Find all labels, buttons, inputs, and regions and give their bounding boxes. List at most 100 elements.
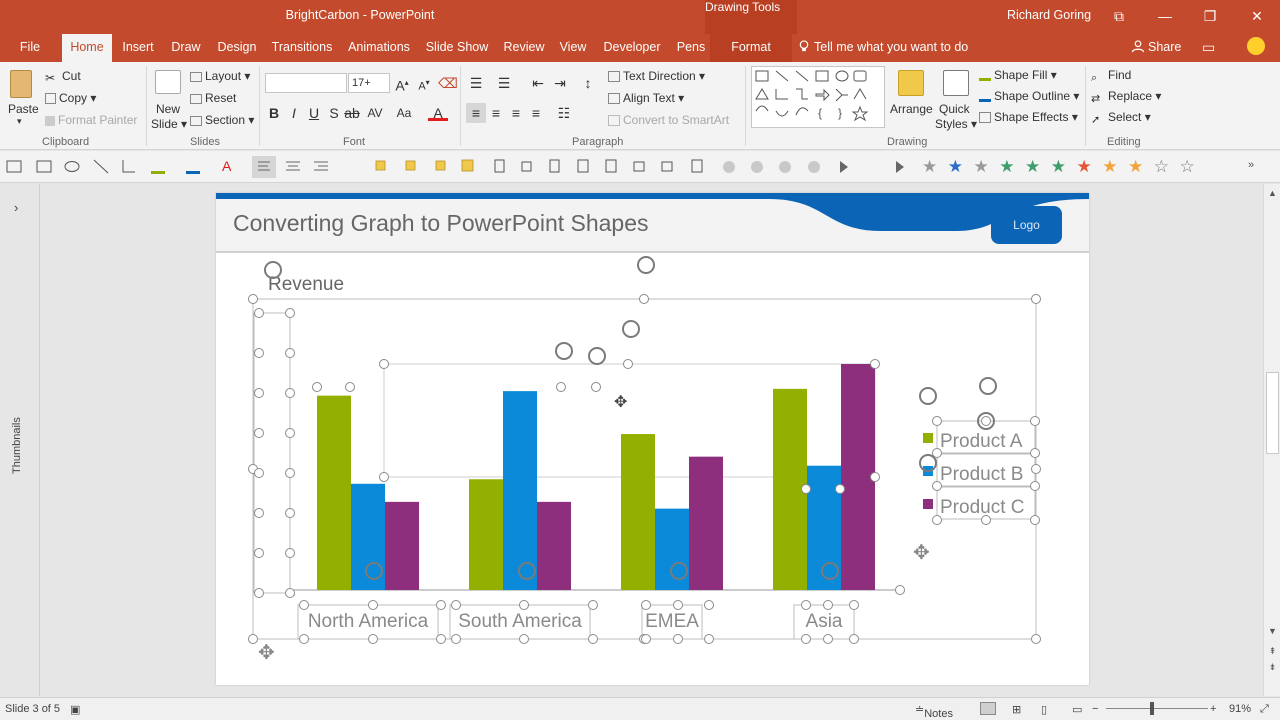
selection-handle[interactable] — [639, 294, 649, 304]
user-name[interactable]: Richard Goring — [1007, 8, 1091, 22]
zoom-slider-thumb[interactable] — [1150, 702, 1154, 715]
font-name-field[interactable] — [265, 73, 347, 93]
change-case-icon[interactable]: Aa — [394, 103, 414, 123]
bar[interactable] — [385, 501, 419, 590]
slide-show-icon[interactable]: ▭ — [1072, 703, 1082, 716]
tab-pens[interactable]: Pens — [673, 34, 709, 62]
increase-font-icon[interactable]: A▴ — [392, 73, 412, 94]
underline-icon[interactable]: U — [304, 103, 324, 123]
bold-icon[interactable]: B — [264, 103, 284, 123]
tab-home[interactable]: Home — [62, 34, 112, 62]
legend-swatch[interactable] — [923, 499, 933, 509]
section-button[interactable]: Section ▾ — [190, 113, 254, 127]
selection-handle[interactable] — [835, 484, 845, 494]
new-slide-button[interactable]: New — [156, 102, 180, 116]
selection-handle[interactable] — [1031, 634, 1041, 644]
bar[interactable] — [503, 391, 537, 590]
fit-to-window-icon[interactable]: ⤢ — [1260, 703, 1269, 716]
bar[interactable] — [469, 479, 503, 590]
selection-handle[interactable] — [379, 359, 389, 369]
rotate-handle-icon[interactable] — [637, 256, 655, 274]
toolbar-overflow-icon[interactable]: » — [1248, 159, 1254, 171]
selection-handle[interactable] — [299, 634, 309, 644]
selection-handle[interactable] — [704, 634, 714, 644]
new-slide-label2[interactable]: Slide ▾ — [151, 117, 187, 131]
select-button[interactable]: ➚ Select ▾ — [1091, 110, 1151, 126]
selection-handle[interactable] — [312, 382, 322, 392]
selection-handle[interactable] — [870, 472, 880, 482]
clear-formatting-icon[interactable]: ⌫ — [438, 73, 458, 93]
rotate-handle-icon[interactable] — [979, 377, 997, 395]
selection-handle[interactable] — [299, 600, 309, 610]
selection-handle[interactable] — [673, 634, 683, 644]
share-button[interactable]: Share — [1131, 40, 1181, 54]
selection-handle[interactable] — [254, 468, 264, 478]
move-handle-icon[interactable]: ✥ — [913, 540, 930, 564]
selection-handle[interactable] — [801, 484, 811, 494]
ribbon-display-options-icon[interactable]: ⧉ — [1104, 4, 1134, 28]
paste-button[interactable]: Paste — [8, 102, 39, 116]
bar[interactable] — [841, 364, 875, 590]
selection-handle[interactable] — [285, 588, 295, 598]
vertical-scrollbar[interactable]: ▲ ▼ ⇞ ⇟ — [1263, 184, 1280, 696]
bar[interactable] — [807, 465, 841, 590]
normal-view-icon[interactable] — [980, 702, 996, 715]
selection-handle[interactable] — [254, 548, 264, 558]
selection-handle[interactable] — [591, 382, 601, 392]
selection-handle[interactable] — [1030, 416, 1040, 426]
align-right-icon[interactable]: ≡ — [506, 103, 526, 123]
tab-file[interactable]: File — [10, 34, 50, 62]
selection-handle[interactable] — [519, 600, 529, 610]
selection-handle[interactable] — [932, 416, 942, 426]
selection-handle[interactable] — [451, 634, 461, 644]
spellcheck-icon[interactable]: ▣ — [70, 703, 80, 716]
selection-handle[interactable] — [704, 600, 714, 610]
selection-handle[interactable] — [254, 388, 264, 398]
italic-icon[interactable]: I — [284, 103, 304, 123]
selection-handle[interactable] — [451, 600, 461, 610]
decrease-font-icon[interactable]: A▾ — [414, 73, 434, 93]
previous-slide-icon[interactable]: ⇞ — [1266, 646, 1279, 657]
cut-button[interactable]: ✂ Cut — [45, 69, 81, 85]
copy-button[interactable]: Copy ▾ — [45, 91, 96, 105]
selection-handle[interactable] — [588, 600, 598, 610]
x-tick-label[interactable]: EMEA — [645, 611, 699, 632]
shape-effects-button[interactable]: Shape Effects ▾ — [979, 110, 1078, 124]
selection-handle[interactable] — [823, 600, 833, 610]
tab-developer[interactable]: Developer — [599, 34, 665, 62]
selection-handle[interactable] — [870, 359, 880, 369]
expand-thumbnails-icon[interactable]: › — [14, 200, 18, 215]
legend-label[interactable]: Product A — [940, 431, 1023, 452]
legend-swatch[interactable] — [923, 433, 933, 443]
find-button[interactable]: ⌕ Find — [1091, 68, 1131, 85]
tab-view[interactable]: View — [556, 34, 590, 62]
selection-handle[interactable] — [932, 515, 942, 525]
convert-smartart-button[interactable]: Convert to SmartArt — [608, 113, 729, 127]
selection-handle[interactable] — [285, 508, 295, 518]
reset-button[interactable]: Reset — [190, 91, 236, 105]
x-tick-label[interactable]: North America — [308, 611, 429, 632]
move-handle-icon[interactable]: ✥ — [258, 640, 275, 664]
tab-transitions[interactable]: Transitions — [269, 34, 335, 62]
line-spacing-icon[interactable]: ↕ — [578, 73, 598, 93]
arrange-icon[interactable] — [898, 70, 924, 96]
star-styles-row[interactable]: ★★★★★★★★★☆☆ — [922, 157, 1205, 177]
selection-handle[interactable] — [641, 634, 651, 644]
rotate-handle-icon[interactable] — [919, 387, 937, 405]
font-color-icon[interactable]: A — [428, 103, 448, 121]
strikethrough-icon[interactable]: ab — [342, 103, 362, 123]
selection-handle[interactable] — [254, 308, 264, 318]
selection-handle[interactable] — [285, 468, 295, 478]
selection-handle[interactable] — [1031, 294, 1041, 304]
selection-handle[interactable] — [285, 388, 295, 398]
selection-handle[interactable] — [368, 634, 378, 644]
bar[interactable] — [537, 501, 571, 590]
selection-handle[interactable] — [519, 634, 529, 644]
selection-handle[interactable] — [254, 428, 264, 438]
selection-handle[interactable] — [932, 481, 942, 491]
zoom-level[interactable]: 91% — [1229, 703, 1251, 715]
selection-handle[interactable] — [248, 294, 258, 304]
selection-handle[interactable] — [895, 585, 905, 595]
align-center-icon[interactable]: ≡ — [486, 103, 506, 123]
tab-design[interactable]: Design — [214, 34, 260, 62]
